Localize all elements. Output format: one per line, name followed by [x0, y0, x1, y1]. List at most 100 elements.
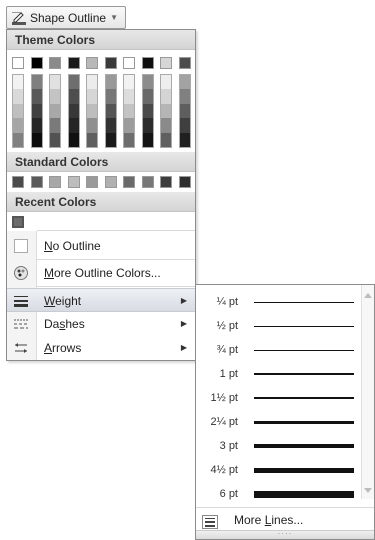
theme-shade-swatch[interactable]: [87, 103, 97, 119]
arrows-item[interactable]: Arrows ▶: [7, 336, 195, 360]
standard-color-swatch[interactable]: [12, 176, 24, 188]
theme-color-swatch[interactable]: [178, 57, 191, 69]
weight-option-label: ¾ pt: [216, 344, 238, 356]
theme-shade-swatch[interactable]: [124, 75, 134, 90]
theme-shade-swatch[interactable]: [13, 75, 23, 90]
standard-color-swatch[interactable]: [104, 176, 117, 188]
theme-shade-swatch[interactable]: [105, 103, 116, 119]
theme-color-swatch[interactable]: [12, 57, 24, 69]
theme-shade-swatch[interactable]: [161, 118, 171, 133]
theme-shade-swatch[interactable]: [179, 132, 190, 147]
standard-color-swatch[interactable]: [123, 176, 135, 188]
weight-line-sample: [254, 468, 354, 473]
theme-shade-swatch[interactable]: [179, 118, 190, 133]
theme-shade-column: [141, 74, 154, 148]
theme-shade-swatch[interactable]: [87, 118, 97, 133]
theme-shade-swatch[interactable]: [124, 118, 134, 133]
theme-color-swatch[interactable]: [67, 57, 80, 69]
theme-shade-swatch[interactable]: [68, 75, 79, 90]
theme-shade-swatch[interactable]: [13, 132, 23, 147]
theme-shade-swatch[interactable]: [105, 118, 116, 133]
weight-option[interactable]: ¼ pt: [196, 291, 362, 315]
weight-option[interactable]: 4½ pt: [196, 459, 362, 483]
theme-shade-swatch[interactable]: [31, 103, 42, 119]
standard-color-swatch[interactable]: [141, 176, 154, 188]
theme-shade-swatch[interactable]: [124, 132, 134, 147]
theme-shade-column: [30, 74, 43, 148]
scroll-up-icon[interactable]: [364, 293, 372, 298]
weight-option[interactable]: 2¼ pt: [196, 411, 362, 435]
weight-option[interactable]: ½ pt: [196, 315, 362, 339]
theme-shade-swatch[interactable]: [179, 75, 190, 90]
theme-shade-swatch[interactable]: [13, 103, 23, 119]
weight-scrollbar[interactable]: [361, 285, 374, 499]
weight-option[interactable]: ¾ pt: [196, 339, 362, 363]
theme-shade-swatch[interactable]: [161, 89, 171, 104]
theme-shade-swatch[interactable]: [105, 89, 116, 104]
theme-shade-swatch[interactable]: [50, 103, 60, 119]
theme-color-swatch[interactable]: [86, 57, 98, 69]
theme-color-swatch[interactable]: [123, 57, 135, 69]
theme-shade-swatch[interactable]: [50, 118, 60, 133]
weight-option-label: 6 pt: [219, 488, 238, 500]
theme-color-swatch[interactable]: [49, 57, 61, 69]
theme-shade-swatch[interactable]: [105, 132, 116, 147]
theme-shade-swatch[interactable]: [68, 89, 79, 104]
weight-option[interactable]: 1 pt: [196, 363, 362, 387]
more-outline-colors-item[interactable]: More Outline Colors...: [7, 261, 195, 285]
weight-option[interactable]: 3 pt: [196, 435, 362, 459]
theme-shade-swatch[interactable]: [142, 118, 153, 133]
theme-shade-swatch[interactable]: [161, 75, 171, 90]
menu-divider: [37, 286, 195, 287]
theme-shade-swatch[interactable]: [142, 75, 153, 90]
theme-shade-swatch[interactable]: [179, 103, 190, 119]
standard-color-swatch[interactable]: [160, 176, 172, 188]
theme-shade-swatch[interactable]: [13, 118, 23, 133]
theme-color-swatch[interactable]: [30, 57, 43, 69]
theme-shade-swatch[interactable]: [105, 75, 116, 90]
theme-shade-swatch[interactable]: [161, 103, 171, 119]
standard-color-swatch[interactable]: [49, 176, 61, 188]
theme-shade-swatch[interactable]: [68, 103, 79, 119]
weight-option[interactable]: 1½ pt: [196, 387, 362, 411]
theme-shade-swatch[interactable]: [87, 132, 97, 147]
theme-color-swatch[interactable]: [104, 57, 117, 69]
theme-shade-swatch[interactable]: [124, 89, 134, 104]
theme-shade-swatch[interactable]: [50, 132, 60, 147]
theme-shade-column: [12, 74, 24, 148]
theme-shade-swatch[interactable]: [68, 132, 79, 147]
theme-shade-swatch[interactable]: [31, 132, 42, 147]
theme-color-swatch[interactable]: [160, 57, 172, 69]
scroll-down-icon[interactable]: [364, 488, 372, 493]
standard-color-swatch[interactable]: [86, 176, 98, 188]
theme-shade-column: [49, 74, 61, 148]
theme-shade-swatch[interactable]: [161, 132, 171, 147]
dashes-label: Dashes: [44, 317, 85, 331]
theme-shade-swatch[interactable]: [50, 89, 60, 104]
weight-item[interactable]: Weight ▶: [7, 288, 195, 312]
chevron-down-icon[interactable]: ▼: [110, 13, 118, 22]
theme-shade-swatch[interactable]: [87, 89, 97, 104]
weight-option[interactable]: 6 pt: [196, 483, 362, 507]
theme-shade-swatch[interactable]: [31, 89, 42, 104]
recent-color-swatch[interactable]: [12, 216, 24, 228]
theme-shade-swatch[interactable]: [124, 103, 134, 119]
theme-shade-swatch[interactable]: [50, 75, 60, 90]
theme-shade-swatch[interactable]: [179, 89, 190, 104]
shape-outline-button[interactable]: Shape Outline ▼: [6, 6, 126, 29]
theme-color-swatch[interactable]: [141, 57, 154, 69]
dashes-item[interactable]: Dashes ▶: [7, 312, 195, 336]
theme-shade-swatch[interactable]: [31, 118, 42, 133]
standard-color-swatch[interactable]: [30, 176, 43, 188]
theme-shade-swatch[interactable]: [68, 118, 79, 133]
theme-shade-swatch[interactable]: [142, 89, 153, 104]
theme-shade-swatch[interactable]: [87, 75, 97, 90]
resize-grip[interactable]: ····: [196, 530, 374, 539]
standard-color-swatch[interactable]: [67, 176, 80, 188]
theme-shade-swatch[interactable]: [13, 89, 23, 104]
theme-shade-swatch[interactable]: [142, 132, 153, 147]
theme-shade-swatch[interactable]: [31, 75, 42, 90]
standard-color-swatch[interactable]: [178, 176, 191, 188]
theme-shade-swatch[interactable]: [142, 103, 153, 119]
no-outline-item[interactable]: No Outline: [7, 234, 195, 258]
